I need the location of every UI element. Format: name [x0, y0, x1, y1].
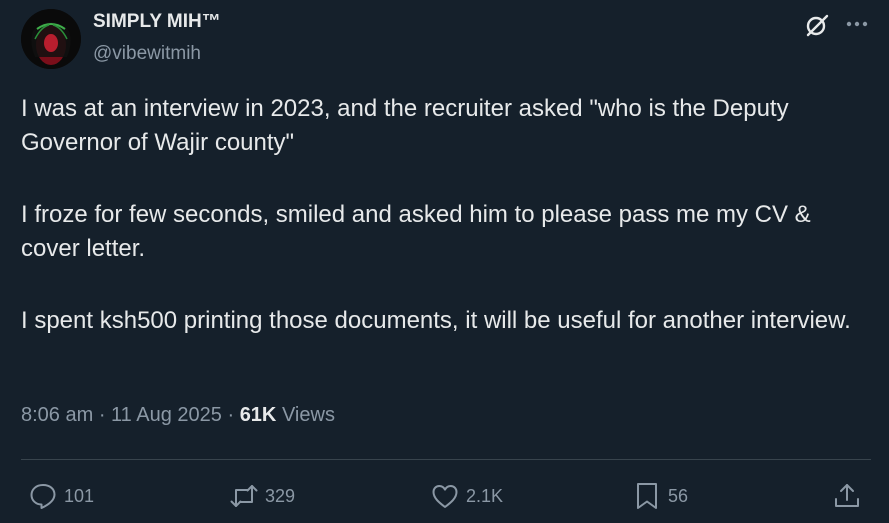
bookmark-icon: [637, 483, 657, 509]
bookmark-count: 56: [668, 485, 689, 506]
post-time[interactable]: 8:06 am: [21, 404, 93, 426]
post-paragraph: I froze for few seconds, smiled and aske…: [21, 201, 811, 262]
views-count: 61K: [239, 404, 277, 426]
post-meta: 8:06 am · 11 Aug 2025 · 61K Views: [21, 404, 335, 427]
post-text: I was at an interview in 2023, and the r…: [21, 92, 871, 376]
share-button[interactable]: [832, 480, 868, 512]
post-paragraph: I spent ksh500 printing those documents,…: [21, 307, 851, 334]
like-count: 2.1K: [466, 485, 504, 506]
reply-count: 101: [64, 485, 95, 506]
like-icon: [432, 485, 458, 508]
repost-count: 329: [265, 485, 296, 506]
author-handle[interactable]: @vibewitmih: [93, 43, 201, 65]
bookmark-button[interactable]: 56: [632, 480, 688, 512]
repost-icon: [230, 485, 258, 507]
author-name[interactable]: SIMPLY MIH™: [93, 11, 221, 33]
avatar-image: [21, 9, 81, 69]
repost-button[interactable]: 329: [229, 480, 295, 512]
more-icon[interactable]: [843, 11, 871, 39]
post-paragraph: I was at an interview in 2023, and the r…: [21, 95, 789, 156]
reply-button[interactable]: 101: [28, 480, 94, 512]
post-date[interactable]: 11 Aug 2025: [111, 404, 222, 426]
like-button[interactable]: 2.1K: [430, 480, 503, 512]
share-icon: [835, 484, 859, 507]
divider: [21, 459, 871, 460]
avatar[interactable]: [21, 9, 81, 69]
views-label: Views: [281, 404, 335, 426]
meta-separator: ·: [227, 404, 240, 426]
reply-icon: [30, 484, 56, 509]
grok-icon[interactable]: [803, 11, 831, 39]
meta-separator: ·: [98, 404, 112, 426]
